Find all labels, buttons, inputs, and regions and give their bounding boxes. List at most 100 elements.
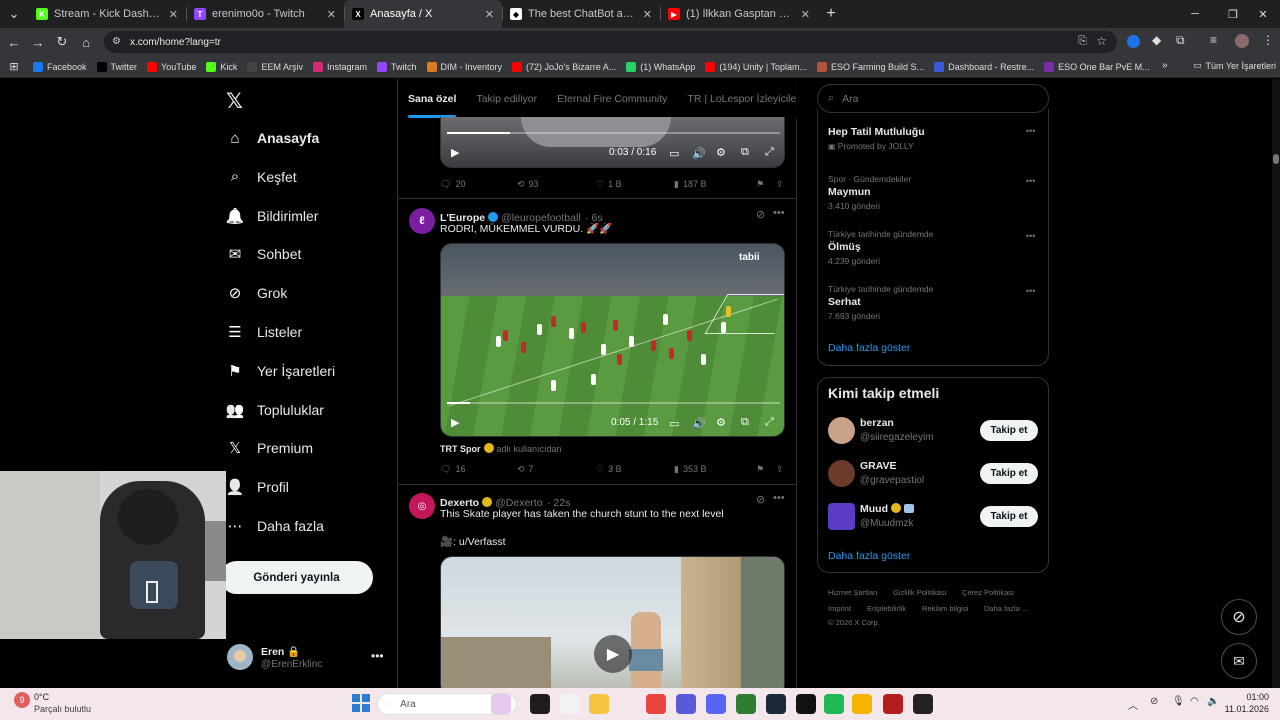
follow-button[interactable]: Takip et — [980, 463, 1038, 484]
bookmark-item[interactable]: (72) JoJo's Bizarre A... — [507, 61, 621, 72]
tab-community-eternal-fire[interactable]: Eternal Fire Community — [547, 93, 677, 105]
minimize-icon[interactable]: ─ — [1178, 0, 1212, 28]
extension-icon[interactable]: ◆ — [1152, 33, 1161, 47]
file-explorer-icon[interactable] — [589, 694, 609, 714]
weather-temp[interactable]: 0°C — [34, 692, 49, 702]
like-button[interactable]: ♡ 3 B — [596, 464, 674, 475]
bookmark-item[interactable]: Twitter — [92, 61, 143, 72]
captions-icon[interactable]: ▭ — [669, 147, 679, 160]
bookmark-icon[interactable]: ⚑ — [756, 464, 776, 475]
nav-lists[interactable]: ☰ Listeler — [226, 317, 302, 347]
bookmark-item[interactable]: EEM Arşiv — [242, 61, 308, 72]
trends-show-more[interactable]: Daha fazla göster — [828, 342, 910, 354]
like-button[interactable]: ♡ 1 B — [596, 179, 674, 190]
video-player[interactable]: tabii ▶ 0:05 / 1:15 ▭ 🔊 ⚙ ⧉ ⤢ — [440, 243, 785, 437]
footer-link[interactable]: Imprint — [828, 604, 851, 613]
volume-icon[interactable]: 🔊 — [692, 147, 706, 160]
trend-item[interactable]: Türkiye tarihinde gündemde Ölmüş 4.239 gön… — [828, 229, 1038, 266]
repost-button[interactable]: ⟲ 7 — [517, 464, 596, 475]
nav-grok[interactable]: ⊘ Grok — [226, 278, 288, 308]
grok-icon[interactable]: ⊘ — [756, 208, 765, 221]
repost-button[interactable]: ⟲ 93 — [517, 179, 596, 190]
pip-icon[interactable]: ⧉ — [741, 416, 749, 429]
views-button[interactable]: ▮ 187 B — [674, 179, 756, 190]
close-tab-icon[interactable]: ✕ — [327, 8, 336, 21]
fullscreen-icon[interactable]: ⤢ — [765, 416, 774, 429]
app-icon[interactable] — [913, 694, 933, 714]
reload-icon[interactable]: ↻ — [50, 30, 74, 54]
post-button[interactable]: Gönderi yayınla — [220, 561, 373, 594]
tray-overflow-icon[interactable]: ︿ — [1128, 697, 1138, 712]
close-tab-icon[interactable]: ✕ — [485, 8, 494, 21]
browser-menu-icon[interactable]: ⋮ — [1262, 33, 1274, 47]
follow-button[interactable]: Takip et — [980, 420, 1038, 441]
footer-link[interactable]: Daha fazla ... — [984, 604, 1028, 613]
account-menu-icon[interactable]: ••• — [371, 649, 384, 663]
suggested-user-name[interactable]: berzan — [860, 417, 894, 429]
xbox-icon[interactable] — [736, 694, 756, 714]
reading-list-icon[interactable]: ≡ — [1210, 33, 1217, 47]
grok-fab[interactable]: ⊘ — [1221, 599, 1257, 635]
footer-link[interactable]: Hizmet Şartları — [828, 588, 878, 597]
browser-tab[interactable]: ▶ (1) İlkkan Gasptan Elde Ettiği Gü ✕ — [660, 0, 818, 28]
bookmark-item[interactable]: Kick — [201, 61, 242, 72]
settings-icon[interactable]: ⚙ — [716, 416, 726, 429]
trend-menu-icon[interactable]: ••• — [1026, 231, 1035, 241]
nav-explore[interactable]: ⌕ Keşfet — [226, 162, 297, 192]
share-icon[interactable]: ⇪ — [776, 179, 784, 190]
nav-more[interactable]: ⋯ Daha fazla — [226, 511, 324, 541]
forward-icon[interactable]: → — [26, 30, 50, 54]
nav-notifications[interactable]: 🔔 Bildirimler — [226, 201, 319, 231]
copilot-icon[interactable] — [560, 694, 580, 714]
video-progress-track[interactable] — [447, 132, 780, 134]
bookmark-star-icon[interactable]: ☆ — [1096, 34, 1107, 48]
nav-communities[interactable]: 👥 Topluluklar — [226, 395, 324, 425]
bookmark-item[interactable]: ESO Farming Build S... — [812, 61, 929, 72]
wifi-icon[interactable]: ◠ — [1190, 696, 1199, 707]
bookmark-item[interactable]: (194) Unity | Toplam... — [700, 61, 812, 72]
post-menu-icon[interactable]: ••• — [773, 207, 785, 219]
close-window-icon[interactable]: ✕ — [1246, 0, 1280, 28]
back-icon[interactable]: ← — [2, 30, 26, 54]
extension-icon[interactable] — [1127, 35, 1140, 48]
account-name[interactable]: Eren 🔒 — [261, 645, 300, 658]
site-info-icon[interactable]: ⚙ — [112, 36, 121, 47]
suggested-user-name[interactable]: Muud — [860, 503, 914, 515]
close-tab-icon[interactable]: ✕ — [169, 8, 178, 21]
account-avatar[interactable] — [227, 644, 253, 670]
post-menu-icon[interactable]: ••• — [773, 492, 785, 504]
trend-item[interactable]: Türkiye tarihinde gündemde Serhat 7.693 gö… — [828, 284, 1038, 321]
footer-link[interactable]: Reklam bilgisi — [922, 604, 968, 613]
close-tab-icon[interactable]: ✕ — [801, 8, 810, 21]
bookmark-icon[interactable]: ⚑ — [756, 179, 776, 190]
bookmark-item[interactable]: ESO One Bar PvE M... — [1039, 61, 1155, 72]
chrome-icon[interactable] — [646, 694, 666, 714]
scrollbar[interactable] — [1272, 79, 1280, 688]
nav-chat[interactable]: ✉ Sohbet — [226, 239, 302, 269]
tab-community-lolespor[interactable]: TR | LoLespor İzleyicile — [677, 93, 806, 105]
apps-grid-icon[interactable]: ⊞ — [0, 55, 28, 79]
obs-icon[interactable] — [796, 694, 816, 714]
close-tab-icon[interactable]: ✕ — [643, 8, 652, 21]
play-icon[interactable]: ▶ — [451, 146, 459, 159]
new-tab-icon[interactable]: + — [818, 2, 844, 26]
footer-link[interactable]: Gizlilik Politikası — [893, 588, 947, 597]
bookmark-item[interactable]: Instagram — [308, 61, 372, 72]
footer-link[interactable]: Çerez Politikası — [962, 588, 1014, 597]
home-icon[interactable]: ⌂ — [74, 30, 98, 54]
bookmarks-overflow-icon[interactable]: » — [1162, 60, 1168, 71]
browser-tab[interactable]: X Anasayfa / X ✕ — [344, 0, 502, 28]
weather-desc[interactable]: Parçalı bulutlu — [34, 704, 91, 714]
suggested-user-name[interactable]: GRAVE — [860, 460, 897, 472]
trend-menu-icon[interactable]: ••• — [1026, 176, 1035, 186]
app-icon[interactable] — [676, 694, 696, 714]
video-player[interactable]: ▶ — [440, 556, 785, 688]
spotify-icon[interactable] — [824, 694, 844, 714]
follow-show-more[interactable]: Daha fazla göster — [828, 550, 910, 562]
install-app-icon[interactable]: ⎘ — [1078, 35, 1087, 48]
trend-item[interactable]: Spor · Gündemdekiler Maymun 3.410 gönderi •… — [828, 174, 1038, 211]
fullscreen-icon[interactable]: ⤢ — [765, 146, 774, 159]
windows-start-icon[interactable] — [352, 694, 370, 712]
browser-tab[interactable]: ◆ The best ChatBot and Widgets ✕ — [502, 0, 660, 28]
grok-icon[interactable]: ⊘ — [756, 493, 765, 506]
